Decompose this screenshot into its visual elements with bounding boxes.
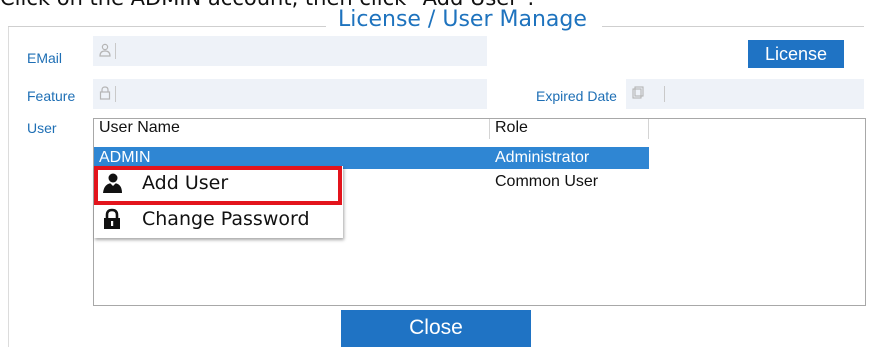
column-separator[interactable] <box>648 119 649 139</box>
column-header-user-name[interactable]: User Name <box>99 119 180 137</box>
calendar-field-icon <box>632 86 644 99</box>
column-separator[interactable] <box>489 119 490 139</box>
expired-date-field[interactable] <box>626 79 864 109</box>
field-separator <box>664 86 665 102</box>
menu-item-add-user[interactable]: Add User <box>94 167 343 199</box>
user-label: User <box>27 120 57 136</box>
cell-role: Common User <box>495 173 599 190</box>
context-menu: Add User Change Password <box>94 166 343 238</box>
column-header-role[interactable]: Role <box>495 119 528 137</box>
dialog-border <box>8 27 9 347</box>
menu-item-change-password[interactable]: Change Password <box>94 203 343 235</box>
menu-item-label: Change Password <box>142 208 310 230</box>
cell-user-name: ADMIN <box>99 149 151 166</box>
dialog-title: License / User Manage <box>338 7 587 32</box>
close-button[interactable]: Close <box>341 310 531 347</box>
title-divider-left <box>8 26 326 27</box>
field-separator <box>115 43 116 59</box>
feature-label: Feature <box>27 88 76 104</box>
cell-role: Administrator <box>495 149 590 166</box>
feature-field[interactable] <box>93 79 487 109</box>
lock-icon <box>104 208 120 229</box>
expired-date-label: Expired Date <box>536 88 617 104</box>
email-field[interactable] <box>93 36 487 66</box>
title-divider-right <box>602 26 864 27</box>
user-field-icon <box>99 43 111 57</box>
email-label: EMail <box>27 50 63 66</box>
license-button[interactable]: License <box>748 40 844 68</box>
menu-item-label: Add User <box>142 172 229 194</box>
user-icon <box>103 173 122 193</box>
field-separator <box>115 86 116 102</box>
lock-field-icon <box>99 86 111 100</box>
